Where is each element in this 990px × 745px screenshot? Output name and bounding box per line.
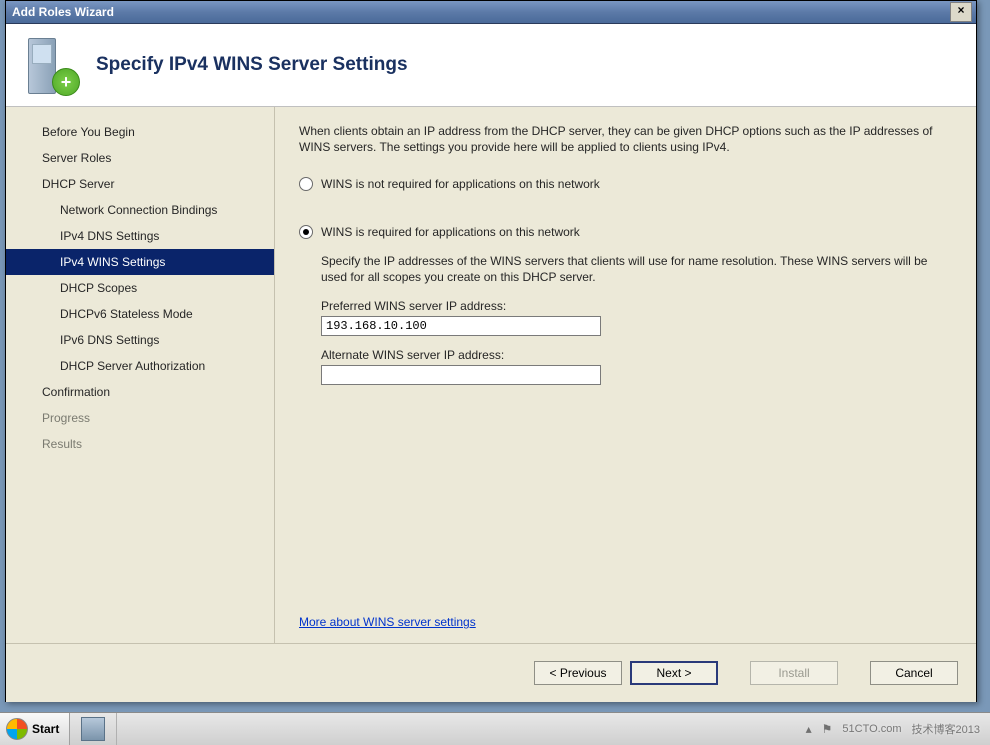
radio-label: WINS is not required for applications on… xyxy=(321,177,600,191)
windows-orb-icon xyxy=(6,718,28,740)
server-plus-icon: + xyxy=(24,36,78,94)
wizard-body: Before You Begin Server Roles DHCP Serve… xyxy=(6,107,976,643)
alternate-wins-input[interactable] xyxy=(321,365,601,385)
sidebar-item-progress: Progress xyxy=(6,405,274,431)
start-label: Start xyxy=(32,722,59,736)
install-button: Install xyxy=(750,661,838,685)
add-roles-wizard-window: Add Roles Wizard × + Specify IPv4 WINS S… xyxy=(5,0,977,702)
window-title: Add Roles Wizard xyxy=(12,5,950,19)
server-manager-icon xyxy=(81,717,105,741)
preferred-wins-field: Preferred WINS server IP address: xyxy=(321,299,952,336)
sidebar-item-before-you-begin[interactable]: Before You Begin xyxy=(6,119,274,145)
sidebar-item-ipv4-wins[interactable]: IPv4 WINS Settings xyxy=(6,249,274,275)
intro-text: When clients obtain an IP address from t… xyxy=(299,123,952,155)
close-icon: × xyxy=(957,3,964,17)
radio-icon xyxy=(299,177,313,191)
taskbar: Start ▴ ⚑ 51CTO.com 技术博客2013 xyxy=(0,712,990,745)
radio-option-not-required[interactable]: WINS is not required for applications on… xyxy=(299,177,952,199)
close-button[interactable]: × xyxy=(950,2,972,22)
more-about-wins-link[interactable]: More about WINS server settings xyxy=(299,615,952,629)
sidebar-item-dhcp-server[interactable]: DHCP Server xyxy=(6,171,274,197)
sidebar-item-ipv4-dns[interactable]: IPv4 DNS Settings xyxy=(6,223,274,249)
previous-button[interactable]: < Previous xyxy=(534,661,622,685)
watermark-site: 51CTO.com xyxy=(842,723,901,735)
alternate-wins-label: Alternate WINS server IP address: xyxy=(321,348,952,362)
preferred-wins-label: Preferred WINS server IP address: xyxy=(321,299,952,313)
sidebar-item-results: Results xyxy=(6,431,274,457)
radio-label: WINS is required for applications on thi… xyxy=(321,225,580,239)
sidebar-item-network-bindings[interactable]: Network Connection Bindings xyxy=(6,197,274,223)
start-button[interactable]: Start xyxy=(0,713,70,745)
radio-option-required[interactable]: WINS is required for applications on thi… xyxy=(299,225,952,247)
preferred-wins-input[interactable] xyxy=(321,316,601,336)
alternate-wins-field: Alternate WINS server IP address: xyxy=(321,348,952,385)
sidebar-item-dhcp-auth[interactable]: DHCP Server Authorization xyxy=(6,353,274,379)
tray-flag-icon[interactable]: ⚑ xyxy=(822,722,833,736)
page-title: Specify IPv4 WINS Server Settings xyxy=(96,54,408,76)
watermark-sub: 技术博客2013 xyxy=(912,721,980,737)
sidebar-item-confirmation[interactable]: Confirmation xyxy=(6,379,274,405)
sidebar-item-dhcp-scopes[interactable]: DHCP Scopes xyxy=(6,275,274,301)
taskbar-item-server-manager[interactable] xyxy=(70,713,117,745)
cancel-button[interactable]: Cancel xyxy=(870,661,958,685)
system-tray: ▴ ⚑ 51CTO.com 技术博客2013 xyxy=(796,713,990,745)
wizard-sidebar: Before You Begin Server Roles DHCP Serve… xyxy=(6,107,275,643)
header-banner: + Specify IPv4 WINS Server Settings xyxy=(6,24,976,107)
titlebar: Add Roles Wizard × xyxy=(6,1,976,24)
radio-required-description: Specify the IP addresses of the WINS ser… xyxy=(321,253,952,285)
tray-up-icon[interactable]: ▴ xyxy=(806,722,812,736)
radio-icon xyxy=(299,225,313,239)
sidebar-item-ipv6-dns[interactable]: IPv6 DNS Settings xyxy=(6,327,274,353)
sidebar-item-server-roles[interactable]: Server Roles xyxy=(6,145,274,171)
next-button[interactable]: Next > xyxy=(630,661,718,685)
wizard-content: When clients obtain an IP address from t… xyxy=(275,107,976,643)
sidebar-item-dhcpv6-stateless[interactable]: DHCPv6 Stateless Mode xyxy=(6,301,274,327)
wizard-footer: < Previous Next > Install Cancel xyxy=(6,643,976,702)
